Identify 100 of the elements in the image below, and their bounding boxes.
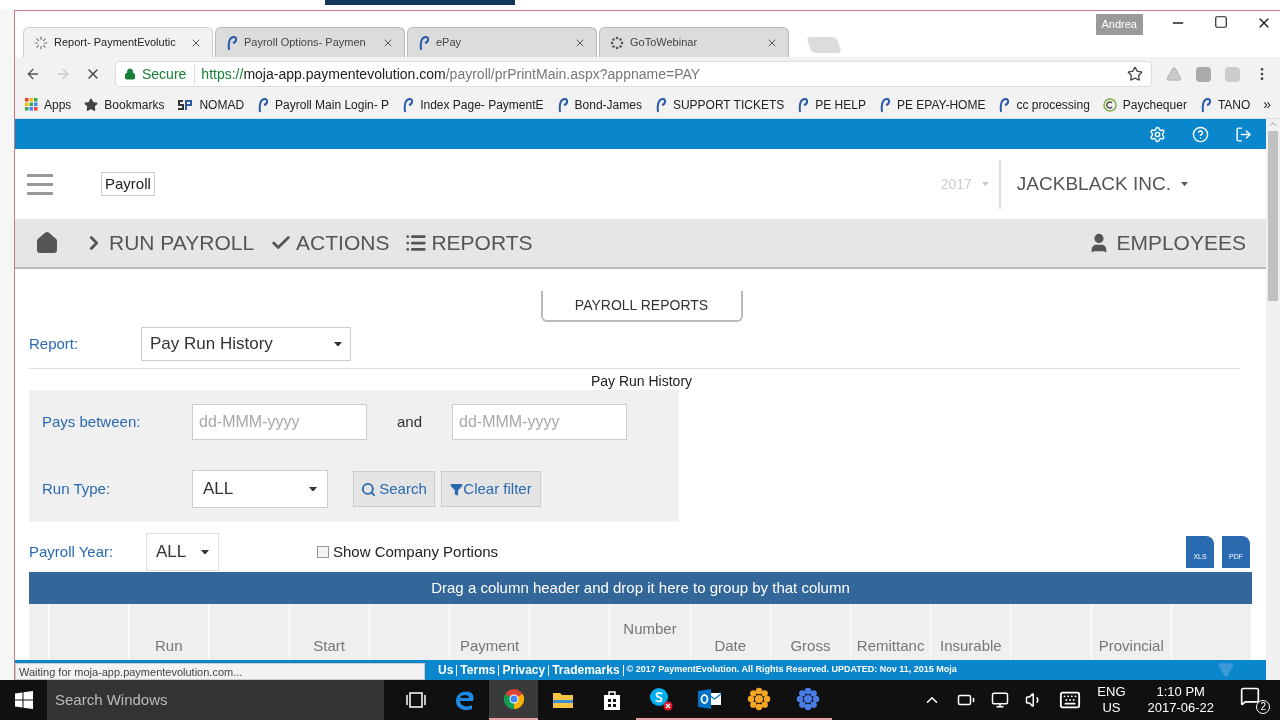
browser-tab[interactable]: ePay — [407, 27, 597, 57]
swirl-icon — [226, 34, 238, 51]
nav-link[interactable]: RUN PAYROLL — [83, 227, 255, 259]
help-icon[interactable] — [1192, 125, 1209, 143]
back-icon[interactable] — [25, 66, 41, 82]
nav-link[interactable]: REPORTS — [405, 227, 533, 259]
search-button[interactable]: Search — [353, 471, 435, 507]
outlook-icon — [697, 689, 722, 709]
filter-icon — [450, 482, 464, 496]
swirl-icon — [402, 96, 415, 113]
caret-icon — [1181, 181, 1188, 187]
swirl-icon — [1199, 96, 1212, 113]
lock-icon — [124, 68, 136, 80]
browser-tab[interactable]: Payroll Options- Paymen — [215, 27, 405, 57]
payroll-year-label: Payroll Year: — [29, 541, 115, 562]
taskbar-app-button[interactable] — [489, 680, 538, 720]
language-indicator[interactable]: ENG US — [1097, 684, 1126, 716]
pays-between-label: Pays between: — [42, 411, 142, 432]
list-icon — [405, 232, 428, 254]
tab-title: Payroll Options- Paymen — [244, 35, 367, 51]
from-date-field[interactable]: dd-MMM-yyyy — [192, 404, 367, 440]
task-view-icon — [405, 692, 426, 708]
bookmark-link[interactable]: PE HELP — [797, 95, 866, 114]
tab-title: ePay — [436, 35, 463, 51]
search-icon — [361, 481, 377, 497]
apps-grid-icon — [25, 98, 38, 111]
keyboard-icon[interactable] — [1059, 689, 1082, 711]
secure-label: Secure — [142, 63, 196, 85]
bookmark-link[interactable]: SUPPORT TICKETS — [654, 95, 785, 114]
caret-icon — [309, 486, 317, 492]
chrome-icon — [502, 688, 525, 710]
scrollbar[interactable] — [1266, 119, 1280, 680]
sign-out-icon[interactable] — [1235, 125, 1252, 143]
checkbox[interactable] — [317, 546, 329, 558]
footer-copyright: © 2017 PaymentEvolution. All Rights Reserved. UPDATED: Nov 11, 2015 Moja — [626, 663, 957, 677]
network-icon[interactable] — [991, 691, 1010, 709]
broken-logo-image: Payroll — [101, 171, 155, 197]
bookmark-link[interactable]: Payroll Main Login- P — [257, 95, 390, 114]
address-bar[interactable]: Secure https://moja-app.paymentevolution.com/payroll/prPrintMain.aspx?appname=PAY — [115, 61, 1152, 87]
store-bag-icon — [601, 689, 622, 711]
swirl-icon — [879, 96, 891, 113]
swirl-icon — [418, 34, 430, 51]
bookmark-link[interactable]: Index Page- PaymentE — [402, 95, 544, 114]
report-select[interactable]: Pay Run History — [141, 327, 351, 361]
bookmark-link[interactable]: NOMAD — [177, 95, 245, 114]
checkbox-label: Show Company Portions — [333, 541, 499, 562]
caret-icon — [981, 181, 989, 187]
footer-link[interactable]: Terms — [457, 664, 500, 676]
caret-icon — [334, 341, 342, 347]
tab-title: GoToWebinar — [630, 35, 699, 51]
bookmark-link[interactable]: Bookmarks — [84, 95, 165, 114]
bookmark-link[interactable]: Paychequer — [1102, 95, 1187, 114]
swirl-icon — [556, 96, 569, 113]
folder-icon — [551, 691, 574, 709]
c-circle-icon — [1102, 97, 1117, 112]
flower-icon — [746, 687, 771, 711]
bookmark-link[interactable]: Bond-James — [556, 95, 642, 114]
clear-filter-button[interactable]: Clear filter — [441, 471, 541, 507]
clock[interactable]: 1:10 PM 2017-06-22 — [1147, 684, 1214, 716]
nav-link[interactable]: ACTIONS — [270, 227, 390, 259]
footer-link[interactable]: Trademarks — [549, 664, 624, 676]
maximize-icon[interactable] — [1214, 15, 1228, 29]
footer-link[interactable]: Us — [435, 664, 458, 676]
payroll-reports-button[interactable]: PAYROLL REPORTS — [540, 291, 743, 322]
notifications-button[interactable]: 2 — [1240, 686, 1270, 714]
nav-link[interactable]: EMPLOYEES — [1088, 227, 1246, 259]
report-label: Report: — [29, 333, 80, 354]
and-label: and — [396, 411, 423, 432]
company-dropdown[interactable]: JACKBLACK INC. — [1016, 169, 1188, 199]
loading-spinner-icon — [34, 35, 48, 50]
to-date-field[interactable]: dd-MMM-yyyy — [452, 404, 627, 440]
report-title: Pay Run History — [590, 372, 693, 391]
run-type-label: Run Type: — [42, 478, 112, 499]
edge-e-icon — [453, 689, 476, 711]
bookmark-star-icon[interactable] — [1127, 66, 1143, 82]
flower-icon — [795, 687, 820, 711]
swirl-icon — [998, 96, 1011, 113]
taskbar-search-field[interactable]: Search Windows — [47, 680, 384, 720]
url-text: https://moja-app.paymentevolution.com/payroll/prPrintMain.aspx?appname=PAY — [201, 64, 702, 84]
bookmark-link[interactable]: Apps — [25, 95, 72, 114]
swirl-icon — [797, 96, 810, 113]
browser-tab[interactable]: Report- PaymentEvolutic — [23, 27, 213, 57]
sp-logo-icon — [177, 98, 194, 111]
payroll-year-select[interactable]: ALL — [146, 533, 219, 571]
group-by-bar: Drag a column header and drop it here to group by that column — [29, 572, 1252, 604]
swirl-icon — [654, 96, 667, 113]
bookmark-link[interactable]: TANO — [1199, 95, 1251, 114]
more-bookmarks-button[interactable]: » — [1263, 94, 1272, 115]
dots-icon — [610, 35, 624, 50]
browser-tab[interactable]: GoToWebinar — [599, 27, 789, 57]
star-icon — [84, 97, 99, 112]
bookmark-link[interactable]: PE EPAY-HOME — [879, 95, 986, 114]
footer-link[interactable]: Privacy — [499, 664, 550, 676]
home-icon[interactable] — [35, 231, 59, 255]
run-type-select[interactable]: ALL — [192, 470, 328, 508]
bookmark-link[interactable]: cc processing — [998, 95, 1090, 114]
scrollbar-thumb[interactable] — [1268, 131, 1278, 301]
settings-icon[interactable] — [1149, 125, 1166, 143]
caret-icon — [201, 549, 209, 555]
skype-icon — [648, 687, 673, 711]
